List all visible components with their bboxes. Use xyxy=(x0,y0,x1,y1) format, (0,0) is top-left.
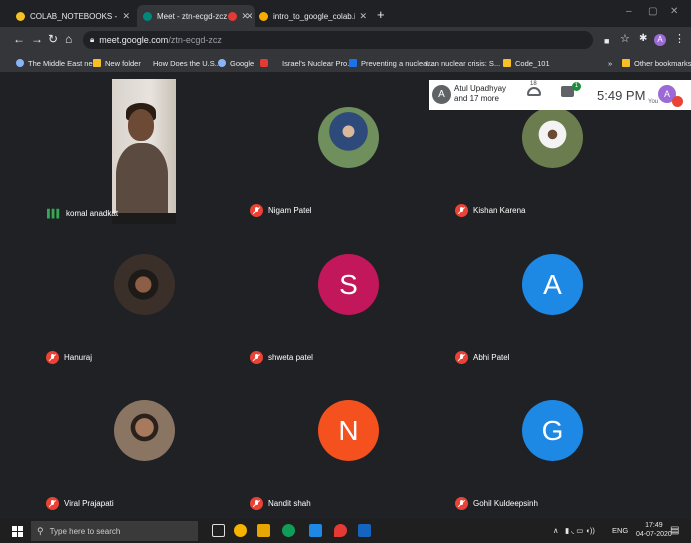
you-label: You xyxy=(648,99,659,105)
participant-name: Abhi Patel xyxy=(455,351,509,364)
folder-icon xyxy=(503,59,511,67)
mic-off-icon xyxy=(250,351,263,364)
home-icon[interactable]: ⌂ xyxy=(65,33,72,45)
bookmarks-overflow[interactable]: » xyxy=(608,57,612,69)
bookmark-item[interactable]: Iran nuclear crisis: S... xyxy=(426,57,500,69)
globe-icon xyxy=(16,59,24,67)
participant-name: shweta patel xyxy=(250,351,313,364)
other-bookmarks[interactable]: Other bookmarks xyxy=(622,57,691,69)
bookmark-item[interactable]: Google xyxy=(218,57,254,69)
participant-name: Kishan Karena xyxy=(455,204,525,217)
vscode-icon[interactable] xyxy=(309,524,322,537)
lock-icon: 🔒︎ xyxy=(90,35,95,44)
mic-off-icon xyxy=(455,497,468,510)
mic-off-icon xyxy=(455,351,468,364)
mic-off-icon xyxy=(250,497,263,510)
bookmark-item[interactable]: How Does the U.S.... xyxy=(153,57,223,69)
bookmark-folder[interactable]: Code_101 xyxy=(503,57,550,69)
reload-icon[interactable]: ↻ xyxy=(48,33,58,45)
participant-name: Nigam Patel xyxy=(250,204,312,217)
chat-badge: 1 xyxy=(572,82,581,91)
participant-avatar-letter: N xyxy=(318,400,379,461)
camera-icon[interactable]: ■ xyxy=(604,35,609,47)
participant-avatar-letter: G xyxy=(522,400,583,461)
google-icon xyxy=(218,59,226,67)
mic-off-icon xyxy=(455,204,468,217)
bookmark-item[interactable]: Israel's Nuclear Pro... xyxy=(260,57,353,69)
participant-avatar-photo xyxy=(318,107,379,168)
profile-avatar[interactable]: A xyxy=(654,34,666,46)
participant-summary[interactable]: Atul Upadhyay and 17 more xyxy=(454,84,506,104)
close-window-button[interactable]: ✕ xyxy=(670,6,678,17)
drive-icon xyxy=(16,11,25,21)
participant-name: Viral Prajapati xyxy=(46,497,114,510)
people-button[interactable]: 18 xyxy=(527,81,541,96)
participant-name: Hanuraj xyxy=(46,351,92,364)
address-bar[interactable]: 🔒︎ meet.google.com /ztn-ecgd-zcz xyxy=(83,31,593,49)
maximize-button[interactable]: ▢ xyxy=(648,6,657,17)
windows-start-icon[interactable] xyxy=(12,526,23,537)
speaking-indicator-icon: ▌▌▌ xyxy=(47,209,62,218)
menu-icon[interactable]: ⋮ xyxy=(674,33,685,45)
minimize-button[interactable]: – xyxy=(626,6,632,17)
close-tab-icon[interactable]: ✕ xyxy=(246,11,252,22)
self-mic-off-icon xyxy=(672,96,683,107)
language-indicator[interactable]: ENG xyxy=(612,526,628,535)
taskbar-clock[interactable]: 17:49 04-07-2020 xyxy=(636,521,672,539)
participant-avatar-photo xyxy=(114,400,175,461)
news-icon xyxy=(260,59,268,67)
bookmark-item[interactable]: Preventing a nuclea... xyxy=(349,57,434,69)
meet-icon xyxy=(143,11,152,21)
file-explorer-icon[interactable] xyxy=(257,524,270,537)
participant-avatar-letter: S xyxy=(318,254,379,315)
meeting-info-bar: A Atul Upadhyay and 17 more xyxy=(429,80,691,110)
folder-icon xyxy=(93,59,101,67)
youtube-icon xyxy=(228,11,237,21)
bookmark-folder[interactable]: New folder xyxy=(93,57,141,69)
close-tab-icon[interactable]: ✕ xyxy=(359,11,367,22)
participant-name: ▌▌▌ komal anadkat xyxy=(47,209,119,218)
star-icon[interactable]: ☆ xyxy=(620,33,630,45)
mic-off-icon xyxy=(250,204,263,217)
forward-arrow-icon[interactable]: → xyxy=(31,33,43,45)
notification-icon[interactable]: ▤ xyxy=(670,525,679,536)
bookmarks-bar: The Middle East ne... New folder How Doe… xyxy=(0,53,691,73)
app-icon[interactable] xyxy=(282,524,295,537)
chrome-icon[interactable] xyxy=(234,524,247,537)
colab-icon xyxy=(259,11,268,21)
participant-avatar-photo xyxy=(522,107,583,168)
people-icon xyxy=(527,87,541,96)
brave-icon[interactable] xyxy=(334,524,347,537)
taskbar-search[interactable]: ⚲ Type here to search xyxy=(31,521,198,541)
people-count: 18 xyxy=(530,81,537,87)
participant-name: Gohil Kuldeepsinh xyxy=(455,497,538,510)
browser-tab-strip: COLAB_NOTEBOOKS - Google D ✕ Meet - ztn-… xyxy=(0,0,691,27)
participant-video xyxy=(112,79,176,224)
tray-chevron-icon[interactable]: ∧ xyxy=(553,526,559,535)
back-arrow-icon[interactable]: ← xyxy=(13,33,25,45)
tab-colab-notebooks[interactable]: COLAB_NOTEBOOKS - Google D ✕ xyxy=(10,5,136,27)
bookmark-item[interactable]: The Middle East ne... xyxy=(16,57,99,69)
mic-off-icon xyxy=(46,497,59,510)
word-icon[interactable] xyxy=(358,524,371,537)
participant-avatar: A xyxy=(432,85,451,104)
folder-icon xyxy=(622,59,630,67)
tab-colab-intro[interactable]: intro_to_google_colab.ipynb - Co ✕ xyxy=(253,5,373,27)
tab-pinned[interactable]: ✕ xyxy=(222,5,252,27)
search-icon: ⚲ xyxy=(37,525,44,536)
new-tab-button[interactable]: + xyxy=(377,8,385,21)
task-view-icon[interactable] xyxy=(212,524,225,537)
participant-avatar-letter: A xyxy=(522,254,583,315)
close-tab-icon[interactable]: ✕ xyxy=(122,11,130,22)
meeting-clock: 5:49 PM xyxy=(597,88,646,103)
windows-taskbar: ⚲ Type here to search ∧ ▮ ◟ ▭ ◖)) ENG 17… xyxy=(0,519,691,543)
browser-toolbar: ← → ↻ ⌂ 🔒︎ meet.google.com /ztn-ecgd-zcz… xyxy=(0,27,691,53)
participant-avatar-photo xyxy=(114,254,175,315)
tray-icons[interactable]: ▮ ◟ ▭ ◖)) xyxy=(565,526,595,535)
bookmark-h-icon xyxy=(349,59,357,67)
participant-name: Nandit shah xyxy=(250,497,311,510)
mic-off-icon xyxy=(46,351,59,364)
extension-icon[interactable]: ✱ xyxy=(639,33,647,45)
